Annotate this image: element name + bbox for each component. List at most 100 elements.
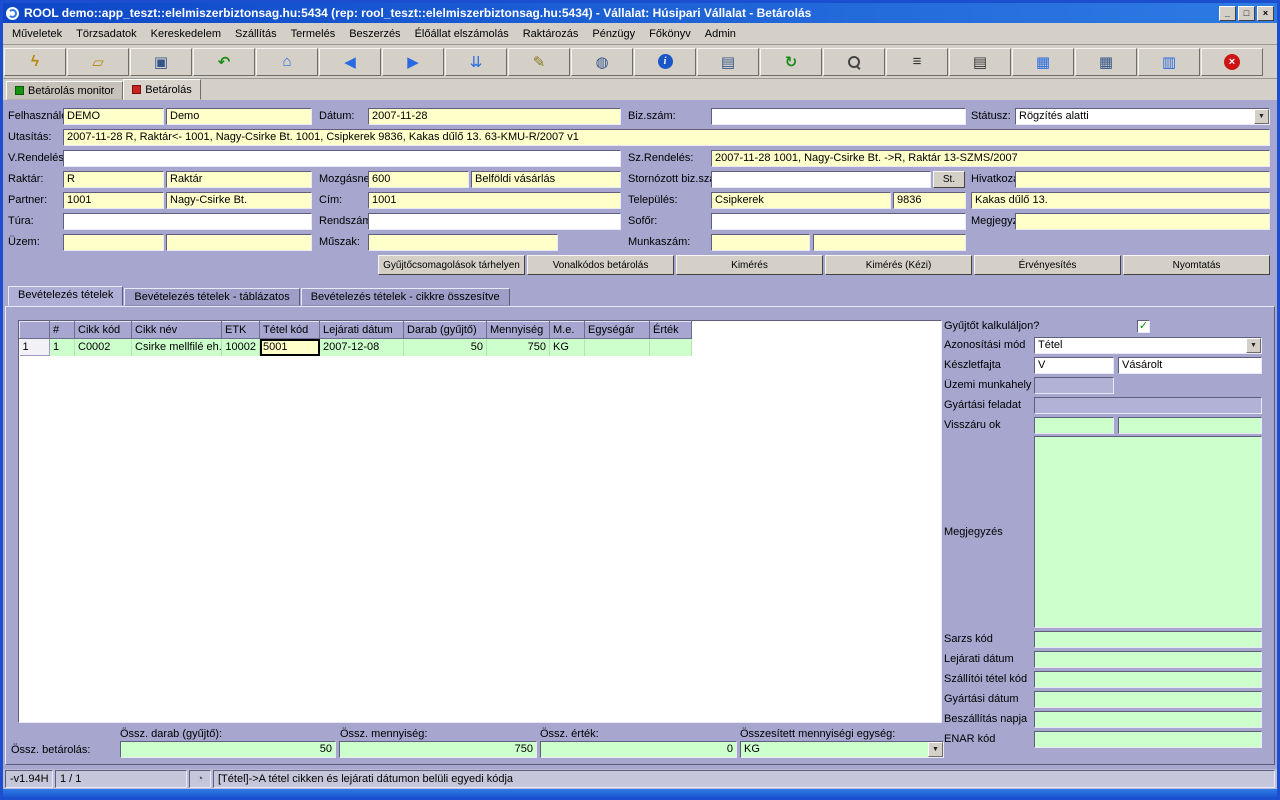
chevron-down-icon[interactable]: ▼ [1246, 338, 1261, 353]
tab-betarolas[interactable]: Betárolás [123, 79, 200, 100]
menu-item-torzsadatok[interactable]: Törzsadatok [69, 25, 144, 43]
col-header-me[interactable]: M.e. [550, 322, 585, 339]
tab-bevetelezes-cikkre[interactable]: Bevételezés tételek - cikkre összesítve [301, 288, 510, 306]
cell-num[interactable]: 1 [50, 339, 75, 356]
cell-mennyiseg[interactable]: 750 [487, 339, 550, 356]
cell-lejarati[interactable]: 2007-12-08 [320, 339, 404, 356]
gyujtocsomagolasok-button[interactable]: Gyűjtőcsomagolások tárhelyen [378, 255, 525, 275]
irsz-field[interactable]: 9836 [893, 192, 966, 209]
tura-field[interactable] [63, 213, 312, 230]
uzem-code-field[interactable] [63, 234, 164, 251]
date-field[interactable]: 2007-11-28 [368, 108, 621, 125]
col-header-egysegar[interactable]: Egységár [585, 322, 650, 339]
form-view-button[interactable]: ▥ [1138, 48, 1200, 76]
window-button[interactable]: ▤ [697, 48, 759, 76]
grid-edit-button[interactable]: ▦ [1012, 48, 1074, 76]
menu-item-raktarozas[interactable]: Raktározás [516, 25, 586, 43]
next-button[interactable]: ▶ [382, 48, 444, 76]
partner-name-field[interactable]: Nagy-Csirke Bt. [166, 192, 312, 209]
open-button[interactable]: ▱ [67, 48, 129, 76]
gyujto-checkbox[interactable]: ✓ [1137, 320, 1150, 333]
tab-betarolas-monitor[interactable]: Betárolás monitor [6, 81, 123, 100]
keszletfajta-name-field[interactable]: Vásárolt [1118, 357, 1262, 374]
menu-item-fokonyv[interactable]: Főkönyv [642, 25, 698, 43]
run-button[interactable]: ϟ [4, 48, 66, 76]
bizszam-field[interactable] [711, 108, 966, 125]
user-code-field[interactable]: DEMO [63, 108, 164, 125]
munkaszam-name-field[interactable] [813, 234, 966, 251]
visszaru-name-field[interactable] [1118, 417, 1262, 434]
col-header-mennyiseg[interactable]: Mennyiség [487, 322, 550, 339]
cell-ertek[interactable] [650, 339, 692, 356]
restore-button[interactable]: □ [1238, 6, 1255, 21]
col-header-tetel-kod[interactable]: Tétel kód [260, 322, 320, 339]
mozgasnem-name-field[interactable]: Belföldi vásárlás [471, 171, 621, 188]
menu-item-admin[interactable]: Admin [698, 25, 743, 43]
cell-egysegar[interactable] [585, 339, 650, 356]
statusz-select[interactable]: Rögzítés alatti ▼ [1015, 108, 1270, 125]
lejarati-datum-field[interactable] [1034, 651, 1262, 668]
cell-etk[interactable]: 10002 [222, 339, 260, 356]
info-button[interactable]: i [634, 48, 696, 76]
gyartasi-feladat-field[interactable] [1034, 397, 1262, 414]
st-button[interactable]: St. [933, 171, 965, 188]
raktar-name-field[interactable]: Raktár [166, 171, 312, 188]
close-button[interactable]: × [1257, 6, 1274, 21]
minimize-button[interactable]: _ [1219, 6, 1236, 21]
sarzs-kod-field[interactable] [1034, 631, 1262, 648]
enar-kod-field[interactable] [1034, 731, 1262, 748]
muszak-field[interactable] [368, 234, 558, 251]
menu-item-muveletek[interactable]: Műveletek [5, 25, 69, 43]
ervenyesites-button[interactable]: Érvényesítés [974, 255, 1121, 275]
col-header-num[interactable]: # [50, 322, 75, 339]
col-header-ertek[interactable]: Érték [650, 322, 692, 339]
menu-item-beszerzes[interactable]: Beszerzés [342, 25, 407, 43]
chevron-down-icon[interactable]: ▼ [928, 742, 943, 757]
tab-bevetelezes-tetelek[interactable]: Bevételezés tételek [8, 286, 123, 306]
menu-item-kereskedelem[interactable]: Kereskedelem [144, 25, 228, 43]
raktar-code-field[interactable]: R [63, 171, 164, 188]
cell-cikk-nev[interactable]: Csirke mellfilé eh. [132, 339, 222, 356]
col-header-etk[interactable]: ETK [222, 322, 260, 339]
nyomtatas-button[interactable]: Nyomtatás [1123, 255, 1270, 275]
sum-egyseg-select[interactable]: KG ▼ [740, 741, 944, 758]
refresh-button[interactable]: ↻ [760, 48, 822, 76]
telepules-field[interactable]: Csipkerek [711, 192, 891, 209]
munkaszam-code-field[interactable] [711, 234, 810, 251]
szallitoi-tetel-field[interactable] [1034, 671, 1262, 688]
cim-field[interactable]: 1001 [368, 192, 621, 209]
menu-item-eloallat[interactable]: Élőállat elszámolás [408, 25, 516, 43]
kimeres-kezi-button[interactable]: Kimérés (Kézi) [825, 255, 972, 275]
table-row[interactable]: 1 1 C0002 Csirke mellfilé eh. 10002 5001… [20, 339, 942, 356]
menu-item-szallitas[interactable]: Szállítás [228, 25, 284, 43]
cell-cikk-kod[interactable]: C0002 [75, 339, 132, 356]
search-button[interactable] [823, 48, 885, 76]
vonalkodos-betarolas-button[interactable]: Vonalkódos betárolás [527, 255, 674, 275]
col-header-lejarati[interactable]: Lejárati dátum [320, 322, 404, 339]
uzem-name-field[interactable] [166, 234, 312, 251]
home-button[interactable]: ⌂ [256, 48, 318, 76]
user-name-field[interactable]: Demo [166, 108, 312, 125]
keszletfajta-code-field[interactable]: V [1034, 357, 1114, 374]
menu-item-penzugy[interactable]: Pénzügy [585, 25, 642, 43]
grid-view-button[interactable]: ▦ [1075, 48, 1137, 76]
print-button[interactable]: ▤ [949, 48, 1011, 76]
gyartasi-datum-field[interactable] [1034, 691, 1262, 708]
szrendeles-field[interactable]: 2007-11-28 1001, Nagy-Csirke Bt. ->R, Ra… [711, 150, 1270, 167]
database-button[interactable]: ◍ [571, 48, 633, 76]
col-header-darab[interactable]: Darab (gyűjtő) [404, 322, 487, 339]
stornozott-field[interactable] [711, 171, 931, 188]
azonositasi-mod-select[interactable]: Tétel ▼ [1034, 337, 1262, 354]
visszaru-code-field[interactable] [1034, 417, 1114, 434]
cell-me[interactable]: KG [550, 339, 585, 356]
megjegyzes-textarea[interactable] [1034, 436, 1262, 628]
edit-button[interactable]: ✎ [508, 48, 570, 76]
previous-button[interactable]: ◀ [319, 48, 381, 76]
col-header-cikk-nev[interactable]: Cikk név [132, 322, 222, 339]
save-button[interactable]: ▣ [130, 48, 192, 76]
mozgasnem-code-field[interactable]: 600 [368, 171, 469, 188]
list-button[interactable]: ≡ [886, 48, 948, 76]
utasitas-field[interactable]: 2007-11-28 R, Raktár<- 1001, Nagy-Csirke… [63, 129, 1270, 146]
back-button[interactable]: ↶ [193, 48, 255, 76]
vrendeles-field[interactable] [63, 150, 621, 167]
